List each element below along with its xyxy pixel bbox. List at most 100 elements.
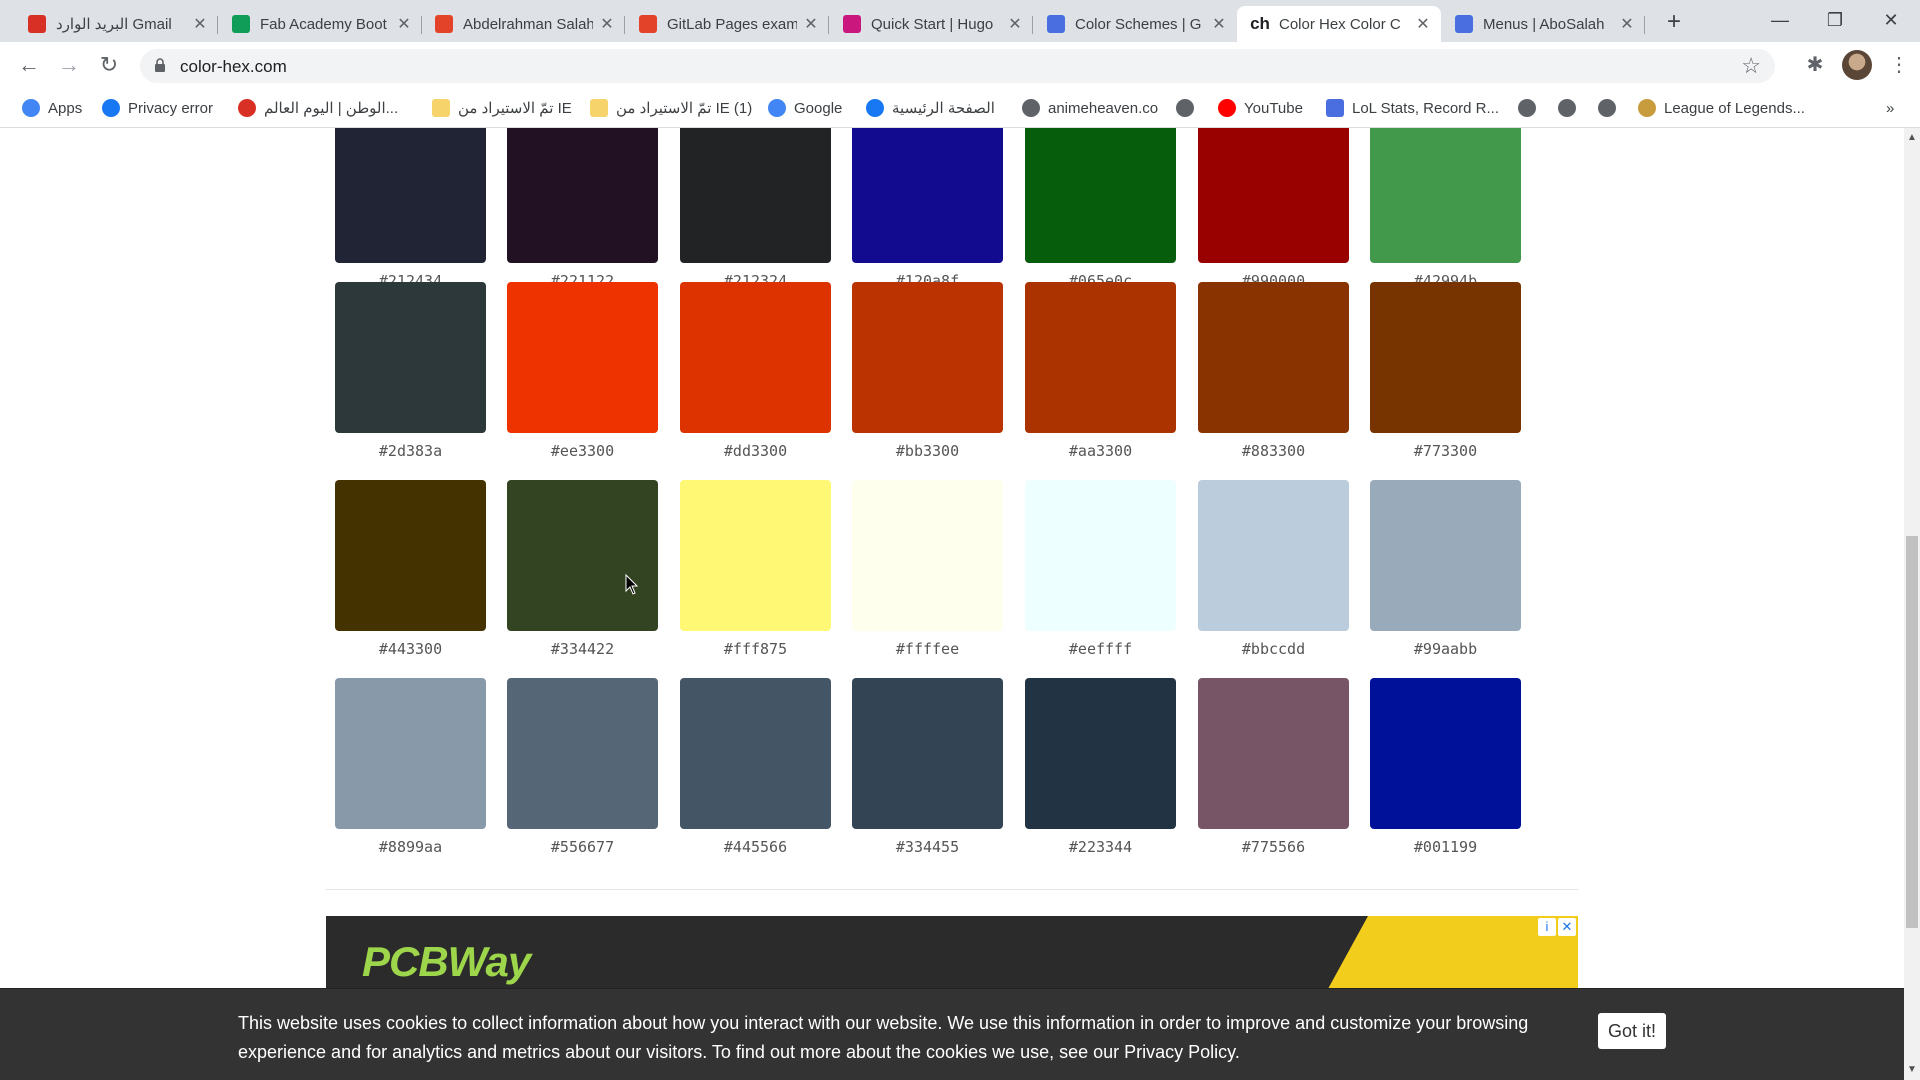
bookmark-13[interactable] (1558, 96, 1584, 120)
bookmark-11[interactable]: LoL Stats, Record R... (1326, 96, 1499, 120)
extensions-icon[interactable]: ✱ (1802, 52, 1828, 78)
bookmark-3[interactable]: الوطن | اليوم العالم... (238, 96, 398, 120)
bookmark-10[interactable]: YouTube (1218, 96, 1303, 120)
page-scrollbar[interactable]: ▲ ▼ (1904, 128, 1920, 1080)
swatch-hex-label[interactable]: #bb3300 (852, 442, 1003, 460)
color-swatch[interactable] (335, 678, 486, 829)
reload-icon[interactable]: ↻ (94, 50, 124, 80)
scrollbar-thumb[interactable] (1906, 536, 1918, 928)
color-swatch[interactable] (335, 480, 486, 631)
color-swatch[interactable] (1370, 128, 1521, 263)
bookmark-14[interactable] (1598, 96, 1624, 120)
menu-kebab-icon[interactable]: ⋮ (1886, 52, 1912, 78)
tab-8[interactable]: Menus | AboSalah ✕ (1441, 6, 1645, 42)
bookmark-7[interactable]: الصفحة الرئيسية (866, 96, 995, 120)
bookmark-6[interactable]: Google (768, 96, 842, 120)
color-swatch[interactable] (1198, 480, 1349, 631)
new-tab-icon[interactable]: + (1660, 8, 1688, 36)
scroll-down-arrow-icon[interactable]: ▼ (1907, 1064, 1917, 1075)
swatch-hex-label[interactable]: #556677 (507, 838, 658, 856)
profile-avatar[interactable] (1842, 50, 1872, 80)
color-swatch[interactable] (507, 678, 658, 829)
back-icon[interactable]: ← (14, 50, 44, 80)
swatch-hex-label[interactable]: #fff875 (680, 640, 831, 658)
ad-close-icon[interactable]: ✕ (1558, 918, 1576, 936)
color-swatch[interactable] (1370, 678, 1521, 829)
swatch-hex-label[interactable]: #443300 (335, 640, 486, 658)
tab-3[interactable]: Abdelrahman Salah ✕ (421, 6, 625, 42)
restore-icon[interactable]: ❐ (1812, 4, 1858, 36)
close-tab-icon[interactable]: ✕ (803, 14, 819, 34)
color-swatch[interactable] (680, 282, 831, 433)
close-tab-icon[interactable]: ✕ (396, 14, 412, 34)
color-swatch[interactable] (1198, 678, 1349, 829)
color-swatch[interactable] (335, 128, 486, 263)
close-tab-icon[interactable]: ✕ (599, 14, 615, 34)
tab-1[interactable]: البريد الوارد Gmail ✕ (14, 6, 218, 42)
swatch-hex-label[interactable]: #334455 (852, 838, 1003, 856)
swatch-hex-label[interactable]: #883300 (1198, 442, 1349, 460)
color-swatch[interactable] (852, 678, 1003, 829)
bookmark-12[interactable] (1518, 96, 1544, 120)
color-swatch[interactable] (680, 480, 831, 631)
bookmark-9[interactable] (1176, 96, 1202, 120)
swatch-hex-label[interactable]: #334422 (507, 640, 658, 658)
swatch-hex-label[interactable]: #2d383a (335, 442, 486, 460)
more-bookmarks-icon[interactable]: » (1886, 96, 1894, 120)
color-swatch[interactable] (1370, 282, 1521, 433)
swatch-hex-label[interactable]: #775566 (1198, 838, 1349, 856)
bookmark-5[interactable]: تمّ الاستيراد من IE (1) (590, 96, 752, 120)
swatch-hex-label[interactable]: #bbccdd (1198, 640, 1349, 658)
swatch-hex-label[interactable]: #ffffee (852, 640, 1003, 658)
ad-info-icon[interactable]: i (1538, 918, 1556, 936)
color-swatch[interactable] (852, 128, 1003, 263)
color-swatch[interactable] (1198, 128, 1349, 263)
color-swatch[interactable] (507, 128, 658, 263)
tab-6[interactable]: Color Schemes | G ✕ (1033, 6, 1237, 42)
tab-5[interactable]: Quick Start | Hugo ✕ (829, 6, 1033, 42)
color-swatch[interactable] (507, 480, 658, 631)
close-tab-icon[interactable]: ✕ (192, 14, 208, 34)
color-swatch[interactable] (680, 128, 831, 263)
bookmark-1[interactable]: Apps (22, 96, 82, 120)
swatch-hex-label[interactable]: #223344 (1025, 838, 1176, 856)
close-tab-icon[interactable]: ✕ (1211, 14, 1227, 34)
address-bar[interactable]: color-hex.com ☆ (140, 49, 1775, 83)
color-swatch[interactable] (1025, 282, 1176, 433)
swatch-hex-label[interactable]: #8899aa (335, 838, 486, 856)
scroll-up-arrow-icon[interactable]: ▲ (1907, 132, 1917, 143)
swatch-hex-label[interactable]: #445566 (680, 838, 831, 856)
close-tab-icon[interactable]: ✕ (1415, 14, 1431, 34)
color-swatch[interactable] (1025, 128, 1176, 263)
close-tab-icon[interactable]: ✕ (1619, 14, 1635, 34)
swatch-hex-label[interactable]: #001199 (1370, 838, 1521, 856)
color-swatch[interactable] (852, 480, 1003, 631)
close-window-icon[interactable]: ✕ (1868, 4, 1914, 36)
swatch-hex-label[interactable]: #eeffff (1025, 640, 1176, 658)
tab-2[interactable]: Fab Academy Boot ✕ (218, 6, 422, 42)
color-swatch[interactable] (1025, 678, 1176, 829)
privacy-policy-link[interactable]: Privacy Policy (1124, 1042, 1235, 1062)
swatch-hex-label[interactable]: #dd3300 (680, 442, 831, 460)
swatch-hex-label[interactable]: #aa3300 (1025, 442, 1176, 460)
swatch-hex-label[interactable]: #ee3300 (507, 442, 658, 460)
color-swatch[interactable] (852, 282, 1003, 433)
bookmark-15[interactable]: League of Legends... (1638, 96, 1805, 120)
swatch-hex-label[interactable]: #773300 (1370, 442, 1521, 460)
close-tab-icon[interactable]: ✕ (1007, 14, 1023, 34)
color-swatch[interactable] (1198, 282, 1349, 433)
bookmark-star-icon[interactable]: ☆ (1741, 53, 1761, 79)
color-swatch[interactable] (507, 282, 658, 433)
color-swatch[interactable] (1025, 480, 1176, 631)
tab-4[interactable]: GitLab Pages exam ✕ (625, 6, 829, 42)
got-it-button[interactable]: Got it! (1598, 1013, 1666, 1049)
swatch-hex-label[interactable]: #99aabb (1370, 640, 1521, 658)
bookmark-2[interactable]: Privacy error (102, 96, 213, 120)
bookmark-4[interactable]: تمّ الاستيراد من IE (432, 96, 572, 120)
forward-icon[interactable]: → (54, 50, 84, 80)
color-swatch[interactable] (1370, 480, 1521, 631)
color-swatch[interactable] (335, 282, 486, 433)
bookmark-8[interactable]: animeheaven.co (1022, 96, 1158, 120)
color-swatch[interactable] (680, 678, 831, 829)
minimize-icon[interactable]: — (1757, 4, 1803, 36)
